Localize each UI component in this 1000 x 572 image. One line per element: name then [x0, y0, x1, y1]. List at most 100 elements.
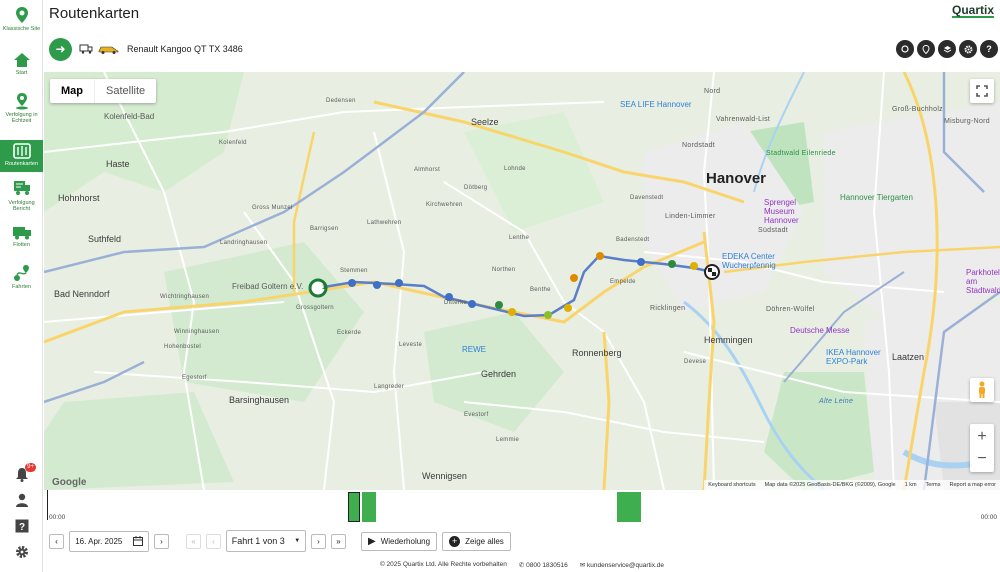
map-type-satellite-button[interactable]: Satellite [94, 79, 156, 103]
place-label: Laatzen [892, 352, 925, 362]
place-label: Davenstedt [630, 195, 664, 201]
vehicle-toolbar: ➜ Renault Kangoo QT TX 3486 [49, 36, 243, 62]
place-label: Barrigsen [310, 226, 339, 232]
show-all-button[interactable]: + Zeige alles [442, 531, 511, 551]
poi-label[interactable]: Parkhotel am Stadtwald [966, 268, 1000, 295]
circle-tool-button[interactable] [896, 40, 914, 58]
place-label: Almhorst [414, 167, 441, 173]
place-label: Misburg-Nord [944, 118, 990, 125]
place-label: Bad Nenndorf [54, 289, 110, 299]
place-label: Badenstedt [616, 237, 650, 243]
sidebar-item-fleets[interactable]: Flotten [0, 226, 43, 252]
sidebar-item-route-maps[interactable]: Routenkarten [0, 140, 43, 172]
prev-day-button[interactable]: ‹ [49, 533, 64, 549]
email-address[interactable]: kundenservice@quartix.de [587, 562, 664, 569]
place-label: Vahrenwald-List [716, 116, 771, 123]
street-view-button[interactable] [970, 378, 994, 402]
zoom-out-button[interactable]: − [977, 448, 986, 470]
double-chevron-right-icon: » [336, 536, 341, 546]
trip-timeline[interactable]: 00:00 00:00 [47, 490, 997, 522]
sidebar-item-trips[interactable]: Fahrten [0, 264, 43, 292]
pegman-icon [979, 381, 985, 398]
sidebar-item-tracking-report[interactable]: Verfolgung Bericht [0, 180, 43, 214]
trip-select-value: Fahrt 1 von 3 [231, 536, 285, 546]
arrow-right-icon: ➜ [55, 42, 66, 56]
sidebar-item-classic-site[interactable]: Klassische Site [0, 6, 43, 40]
terms-link[interactable]: Terms [926, 482, 941, 488]
location-tool-button[interactable] [917, 40, 935, 58]
truck-outline-icon [79, 44, 93, 54]
keyboard-shortcuts-link[interactable]: Keyboard shortcuts [708, 482, 755, 488]
sidebar-item-start[interactable]: Start [0, 52, 43, 80]
next-trip-button[interactable]: › [311, 533, 326, 549]
settings-tool-button[interactable] [959, 40, 977, 58]
google-logo: Google [52, 477, 87, 488]
email[interactable]: ✉ kundenservice@quartix.de [580, 561, 664, 569]
chevron-right-icon: › [160, 536, 163, 546]
zoom-in-button[interactable]: + [977, 426, 986, 448]
settings-button[interactable] [4, 541, 40, 563]
poi-label[interactable]: IKEA Hannover EXPO-Park [826, 348, 896, 366]
quartix-logo: Quartix [951, 3, 994, 18]
user-icon [16, 493, 28, 507]
route-map[interactable]: 1 Map Satellite + − Hanover Seelze Haste… [44, 72, 1000, 490]
circle-icon [901, 45, 909, 53]
last-trip-button[interactable]: » [331, 533, 346, 549]
map-data-text: Map data ©2025 GeoBasis-DE/BKG (©2009), … [764, 482, 896, 488]
poi-label[interactable]: Freibad Goltern e.V. [232, 282, 303, 291]
map-type-map-button[interactable]: Map [50, 79, 94, 103]
place-label: Wichtringhausen [160, 294, 210, 300]
poi-label[interactable]: Hannover Tiergarten [840, 193, 913, 202]
place-label: Egestorf [182, 375, 207, 381]
route-map-icon [12, 143, 31, 159]
poi-label[interactable]: Sprengel Museum Hannover [764, 198, 824, 225]
prev-trip-button[interactable]: ‹ [206, 533, 221, 549]
poi-label[interactable]: Deutsche Messe [790, 326, 850, 335]
next-day-button[interactable]: › [154, 533, 169, 549]
poi-label[interactable]: EDEKA Center Wucherpfennig [722, 252, 792, 270]
cog-icon [964, 45, 972, 53]
poi-label[interactable]: Kolenfeld-Bad [104, 112, 154, 121]
report-error-link[interactable]: Report a map error [950, 482, 996, 488]
phone: ✆ 0800 1830516 [519, 561, 568, 569]
copyright-text: 2025 Quartix Ltd. Alle Rechte vorbehalte… [386, 561, 507, 568]
map-type-control: Map Satellite [50, 79, 157, 103]
first-trip-button[interactable]: « [186, 533, 201, 549]
notifications-button[interactable]: 9+ [4, 463, 40, 485]
place-label: Ricklingen [650, 305, 686, 312]
help-button[interactable]: ? [4, 515, 40, 537]
timeline-trip-block[interactable] [361, 492, 376, 522]
place-label: Devese [684, 359, 707, 365]
timeline-end-label: 00:00 [980, 514, 997, 521]
place-label: Seelze [471, 117, 499, 127]
help-icon: ? [15, 519, 29, 533]
place-label: Lathwehren [367, 220, 402, 226]
timeline-trip-block[interactable] [617, 492, 641, 522]
poi-label[interactable]: REWE [462, 345, 486, 354]
city-label: Hanover [706, 170, 767, 187]
svg-text:?: ? [19, 522, 25, 533]
replay-button[interactable]: ▶ Wiederholung [361, 531, 438, 551]
layers-icon [943, 45, 951, 53]
vehicle-select-button[interactable]: ➜ [49, 37, 72, 61]
sidebar-item-label: Start [15, 70, 28, 76]
sidebar: Klassische Site Start Verfolgung in Echt… [0, 0, 43, 572]
trip-select[interactable]: Fahrt 1 von 3 ▼ [226, 530, 306, 552]
play-icon: ▶ [368, 535, 376, 547]
poi-label[interactable]: SEA LIFE Hannover [620, 100, 692, 109]
place-label: Kolenfeld [219, 140, 247, 146]
sidebar-item-live-tracking[interactable]: Verfolgung in Echtzeit [0, 92, 43, 128]
place-label: Landringhausen [220, 240, 268, 246]
place-label: Lemmie [496, 437, 520, 443]
fullscreen-button[interactable] [970, 79, 994, 103]
vehicle-name: Renault Kangoo QT TX 3486 [127, 44, 243, 54]
place-label: Kirchwehren [426, 202, 463, 208]
account-button[interactable] [4, 489, 40, 511]
app-root: Klassische Site Start Verfolgung in Echt… [0, 0, 1000, 572]
place-label: Gross Munzel [252, 205, 293, 211]
layers-tool-button[interactable] [938, 40, 956, 58]
date-picker[interactable]: 16. Apr. 2025 [69, 530, 149, 552]
trips-icon [13, 265, 29, 281]
timeline-trip-block[interactable] [347, 492, 360, 522]
help-tool-button[interactable]: ? [980, 40, 998, 58]
